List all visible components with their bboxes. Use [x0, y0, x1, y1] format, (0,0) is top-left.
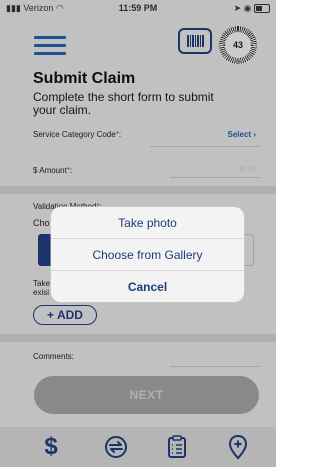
cancel-option[interactable]: Cancel: [51, 271, 244, 302]
app-screen: ▮▮▮ Verizon ◠ 11:59 PM ➤ ◉ 43 Submit Cla…: [0, 0, 276, 467]
choose-from-gallery-option[interactable]: Choose from Gallery: [51, 239, 244, 270]
photo-source-action-sheet: Take photo Choose from Gallery Cancel: [51, 207, 244, 302]
take-photo-option[interactable]: Take photo: [51, 207, 244, 238]
